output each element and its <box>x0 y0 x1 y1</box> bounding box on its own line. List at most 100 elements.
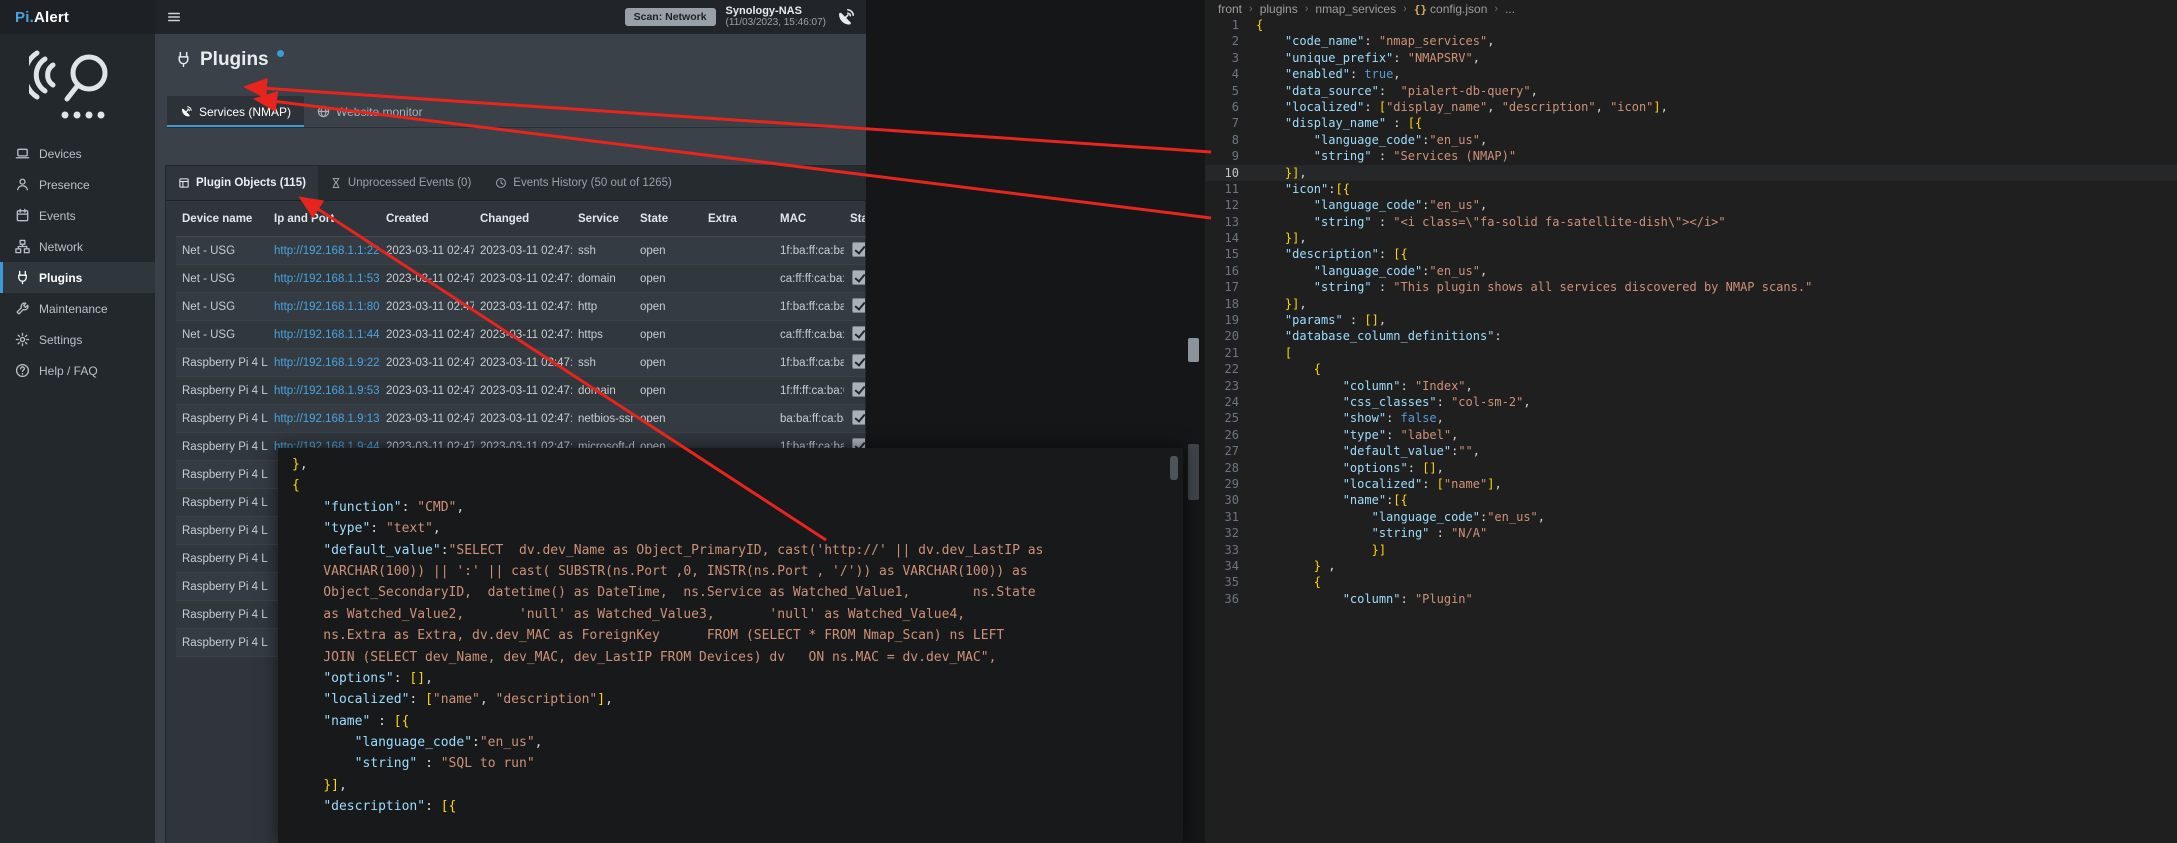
editor-line[interactable]: 27 "default_value":"", <box>1205 443 2177 459</box>
editor-line[interactable]: 29 "localized": ["name"], <box>1205 476 2177 492</box>
editor-line[interactable]: 13 "string" : "<i class=\"fa-solid fa-sa… <box>1205 214 2177 230</box>
overlay-code-line: JOIN (SELECT dev_Name, dev_MAC, dev_Last… <box>292 647 1183 668</box>
editor-line[interactable]: 30 "name":[{ <box>1205 492 2177 508</box>
hamburger-menu-icon[interactable] <box>165 10 183 24</box>
editor-line[interactable]: 11 "icon":[{ <box>1205 181 2177 197</box>
ip-link[interactable]: http://192.168.1.1:443 <box>274 329 380 341</box>
editor-line[interactable]: 31 "language_code":"en_us", <box>1205 509 2177 525</box>
cell-device-name: Raspberry Pi 4 LAN <box>176 349 268 377</box>
sidebar-item-devices[interactable]: Devices <box>0 138 155 169</box>
editor-line[interactable]: 20 "database_column_definitions": <box>1205 328 2177 344</box>
editor-line[interactable]: 33 }] <box>1205 542 2177 558</box>
editor-line[interactable]: 22 { <box>1205 361 2177 377</box>
subtab-events-history-50-out-of-1265[interactable]: Events History (50 out of 1265) <box>483 166 684 200</box>
editor-line[interactable]: 17 "string" : "This plugin shows all ser… <box>1205 279 2177 295</box>
subtab-plugin-objects-115[interactable]: Plugin Objects (115) <box>166 166 318 200</box>
plugin-subtabs: Plugin Objects (115)Unprocessed Events (… <box>166 166 865 201</box>
hourglass-icon <box>330 177 342 189</box>
status-checkbox[interactable] <box>852 410 866 425</box>
cell-service: https <box>572 321 634 349</box>
editor-line[interactable]: 24 "css_classes": "col-sm-2", <box>1205 394 2177 410</box>
breadcrumb-segment[interactable]: plugins <box>1260 2 1298 16</box>
chevron-right-icon: › <box>1249 3 1253 15</box>
tab-website-monitor[interactable]: Website monitor <box>304 96 435 127</box>
editor-line[interactable]: 14 }], <box>1205 230 2177 246</box>
host-timestamp: (11/03/2023, 15:46:07) <box>726 17 826 29</box>
column-header-status[interactable]: Status <box>844 201 866 237</box>
overlay-scrollbar[interactable] <box>1170 456 1178 480</box>
ip-link[interactable]: http://192.168.1.9:53 <box>274 385 380 397</box>
scrollbar-thumb[interactable] <box>1188 338 1199 362</box>
cell-changed: 2023-03-11 02:47:20 <box>474 237 572 265</box>
sidebar-item-presence[interactable]: Presence <box>0 169 155 200</box>
editor-line[interactable]: 8 "language_code":"en_us", <box>1205 132 2177 148</box>
satellite-dish-icon[interactable] <box>836 7 856 27</box>
breadcrumb-segment[interactable]: ... <box>1505 2 1515 16</box>
ip-link[interactable]: http://192.168.1.1:80 <box>274 301 380 313</box>
status-checkbox[interactable] <box>852 298 866 313</box>
editor-line[interactable]: 19 "params" : [], <box>1205 312 2177 328</box>
table-row: Raspberry Pi 4 LANhttp://192.168.1.9:532… <box>176 377 866 405</box>
ip-link[interactable]: http://192.168.1.9:139 <box>274 413 380 425</box>
editor-line[interactable]: 21 [ <box>1205 345 2177 361</box>
sidebar-item-events[interactable]: Events <box>0 200 155 231</box>
editor-line[interactable]: 4 "enabled": true, <box>1205 66 2177 82</box>
ip-link[interactable]: http://192.168.1.1:22 <box>274 245 380 257</box>
column-header-extra[interactable]: Extra <box>702 201 774 237</box>
column-header-ip-and-port[interactable]: Ip and Port <box>268 201 380 237</box>
editor-line[interactable]: 32 "string" : "N/A" <box>1205 525 2177 541</box>
brand[interactable]: Pi.Alert <box>0 0 155 34</box>
editor-line[interactable]: 28 "options": [], <box>1205 460 2177 476</box>
editor-line[interactable]: 3 "unique_prefix": "NMAPSRV", <box>1205 50 2177 66</box>
line-number: 15 <box>1205 246 1239 262</box>
status-checkbox[interactable] <box>852 270 866 285</box>
editor-line[interactable]: 23 "column": "Index", <box>1205 378 2177 394</box>
cell-changed: 2023-03-11 02:47:20 <box>474 377 572 405</box>
status-checkbox[interactable] <box>852 382 866 397</box>
table-row: Net - USGhttp://192.168.1.1:4432023-03-1… <box>176 321 866 349</box>
column-header-created[interactable]: Created <box>380 201 474 237</box>
line-number: 27 <box>1205 443 1239 459</box>
cell-changed: 2023-03-11 02:47:20 <box>474 321 572 349</box>
tab-services-nmap[interactable]: Services (NMAP) <box>167 96 304 127</box>
sidebar-item-settings[interactable]: Settings <box>0 324 155 355</box>
column-header-changed[interactable]: Changed <box>474 201 572 237</box>
editor-line[interactable]: 18 }], <box>1205 296 2177 312</box>
subtab-unprocessed-events-0[interactable]: Unprocessed Events (0) <box>318 166 483 200</box>
sidebar-item-network[interactable]: Network <box>0 231 155 262</box>
breadcrumb-segment[interactable]: {}config.json <box>1414 2 1488 16</box>
ip-link[interactable]: http://192.168.1.9:22 <box>274 357 380 369</box>
editor-line[interactable]: 35 { <box>1205 574 2177 590</box>
editor-line[interactable]: 15 "description": [{ <box>1205 246 2177 262</box>
sidebar-item-plugins[interactable]: Plugins <box>0 262 155 293</box>
status-checkbox[interactable] <box>852 326 866 341</box>
breadcrumb-segment[interactable]: front <box>1218 2 1242 16</box>
breadcrumb-segment[interactable]: nmap_services <box>1315 2 1396 16</box>
editor-line[interactable]: 9 "string" : "Services (NMAP)" <box>1205 148 2177 164</box>
editor-line[interactable]: 7 "display_name" : [{ <box>1205 115 2177 131</box>
editor-line[interactable]: 36 "column": "Plugin" <box>1205 591 2177 607</box>
editor-line[interactable]: 6 "localized": ["display_name", "descrip… <box>1205 99 2177 115</box>
editor-line[interactable]: 1{ <box>1205 17 2177 33</box>
editor-line[interactable]: 2 "code_name": "nmap_services", <box>1205 33 2177 49</box>
editor-line[interactable]: 10 }], <box>1205 165 2177 181</box>
editor-line[interactable]: 5 "data_source": "pialert-db-query", <box>1205 83 2177 99</box>
plugin-tabs: Services (NMAP)Website monitor <box>167 96 866 128</box>
table-row: Raspberry Pi 4 LANhttp://192.168.1.9:222… <box>176 349 866 377</box>
ip-link[interactable]: http://192.168.1.1:53 <box>274 273 380 285</box>
editor-line[interactable]: 26 "type": "label", <box>1205 427 2177 443</box>
column-header-mac[interactable]: MAC <box>774 201 844 237</box>
editor-line[interactable]: 12 "language_code":"en_us", <box>1205 197 2177 213</box>
status-checkbox[interactable] <box>852 354 866 369</box>
status-checkbox[interactable] <box>852 242 866 257</box>
column-header-service[interactable]: Service <box>572 201 634 237</box>
sidebar-item-maintenance[interactable]: Maintenance <box>0 293 155 324</box>
scrollbar-thumb[interactable] <box>1188 444 1199 500</box>
editor-line[interactable]: 34 } , <box>1205 558 2177 574</box>
column-header-state[interactable]: State <box>634 201 702 237</box>
editor-line[interactable]: 16 "language_code":"en_us", <box>1205 263 2177 279</box>
editor-line[interactable]: 25 "show": false, <box>1205 410 2177 426</box>
column-header-device-name[interactable]: Device name <box>176 201 268 237</box>
sidebar-item-help-faq[interactable]: Help / FAQ <box>0 355 155 386</box>
editor-code[interactable]: 1{2 "code_name": "nmap_services",3 "uniq… <box>1205 17 2177 607</box>
